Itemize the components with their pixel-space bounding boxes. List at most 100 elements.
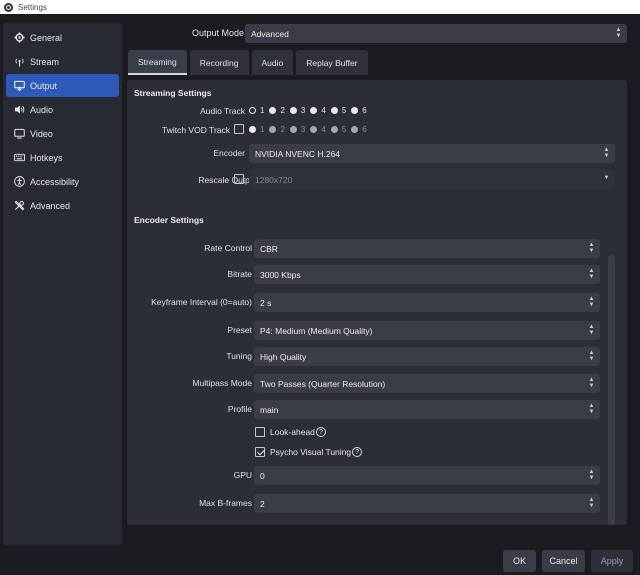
sidebar-item-label: Advanced	[30, 200, 71, 211]
encoder-label: Encoder	[213, 148, 245, 158]
audio-track-radios: 1 2 3 4 5 6	[249, 106, 372, 115]
psycho-visual-checkbox[interactable]	[255, 447, 265, 457]
keyframe-value: 2 s	[260, 297, 272, 308]
tab-recording[interactable]: Recording	[189, 50, 249, 75]
multipass-value: Two Passes (Quarter Resolution)	[260, 378, 386, 389]
audio-track-radio[interactable]: 3	[289, 106, 305, 115]
max-bframes-spinbox[interactable]: 2 ▲ ▼	[254, 494, 600, 513]
group-title: Streaming Settings	[134, 88, 212, 98]
vod-track-radio: 3	[289, 125, 305, 134]
chevron-updown-icon: ▲ ▼	[588, 350, 595, 362]
profile-value: main	[260, 404, 279, 415]
spin-arrows-icon: ▲ ▼	[588, 268, 595, 280]
radio-icon	[269, 107, 277, 114]
speaker-icon	[13, 104, 25, 116]
multipass-mode-select[interactable]: Two Passes (Quarter Resolution) ▲ ▼	[254, 374, 600, 393]
sidebar-item-video[interactable]: Video	[6, 122, 119, 145]
preset-select[interactable]: P4: Medium (Medium Quality) ▲ ▼	[254, 321, 600, 340]
output-mode-row: Output Mode Advanced ▲ ▼	[127, 24, 627, 44]
look-ahead-option[interactable]: Look-ahead ?	[255, 427, 326, 437]
tuning-select[interactable]: High Quality ▲ ▼	[254, 347, 600, 366]
profile-label: Profile	[227, 404, 252, 414]
cancel-button[interactable]: Cancel	[542, 550, 585, 572]
tuning-value: High Quality	[260, 351, 307, 362]
sidebar-item-audio[interactable]: Audio	[6, 98, 119, 121]
sidebar-item-label: Audio	[30, 104, 54, 115]
audio-track-label: Audio Track	[200, 106, 245, 116]
sidebar-item-general[interactable]: General	[6, 26, 119, 49]
output-tabs: Streaming Recording Audio Replay Buffer	[128, 50, 368, 75]
chevron-updown-icon: ▲ ▼	[588, 403, 595, 415]
radio-icon	[269, 126, 277, 133]
vod-track-radio: 5	[330, 125, 346, 134]
encoder-scrollbar[interactable]	[608, 255, 615, 525]
output-mode-select[interactable]: Advanced ▲ ▼	[245, 24, 627, 43]
bitrate-spinbox[interactable]: 3000 Kbps ▲ ▼	[254, 265, 600, 284]
gear-icon	[13, 32, 25, 44]
bitrate-label: Bitrate	[227, 269, 252, 279]
output-mode-value: Advanced	[251, 28, 289, 39]
chevron-updown-icon: ▲ ▼	[615, 27, 622, 39]
multipass-mode-label: Multipass Mode	[192, 378, 252, 388]
help-icon[interactable]: ?	[315, 427, 326, 437]
max-bframes-label: Max B-frames	[199, 498, 252, 508]
title-bar: Settings	[0, 0, 640, 14]
radio-icon	[310, 126, 318, 133]
antenna-icon	[13, 56, 25, 68]
tab-audio[interactable]: Audio	[251, 50, 294, 75]
radio-icon	[310, 107, 318, 114]
vod-track-radio: 2	[269, 125, 285, 134]
apply-button[interactable]: Apply	[591, 550, 633, 572]
sidebar-item-label: Accessibility	[30, 176, 80, 187]
preset-label: Preset	[227, 325, 252, 335]
bitrate-value: 3000 Kbps	[260, 269, 301, 280]
audio-track-radio[interactable]: 4	[310, 106, 326, 115]
output-icon	[13, 80, 25, 92]
audio-track-radio[interactable]: 2	[269, 106, 285, 115]
vod-track-radio: 6	[351, 125, 367, 134]
psycho-visual-option[interactable]: Psycho Visual Tuning ?	[255, 447, 363, 457]
keyboard-icon	[13, 152, 25, 164]
rescale-output-checkbox[interactable]	[234, 174, 244, 184]
settings-sidebar: General Stream Output Audio Video Hotkey…	[3, 23, 122, 545]
monitor-icon	[13, 128, 25, 140]
streaming-settings-group: Streaming Settings Audio Track 1 2 3 4 5…	[127, 80, 627, 224]
output-mode-label: Output Mode	[191, 28, 244, 38]
sidebar-item-stream[interactable]: Stream	[6, 50, 119, 73]
chevron-updown-icon: ▲ ▼	[588, 242, 595, 254]
chevron-down-icon: ▼	[603, 175, 610, 181]
obs-logo-icon	[4, 2, 13, 12]
chevron-updown-icon: ▲ ▼	[588, 377, 595, 389]
group-title: Encoder Settings	[134, 215, 204, 225]
profile-select[interactable]: main ▲ ▼	[254, 400, 600, 419]
tools-icon	[13, 200, 25, 212]
twitch-vod-radios: 1 2 3 4 5 6	[249, 125, 372, 134]
sidebar-item-hotkeys[interactable]: Hotkeys	[6, 146, 119, 169]
bframes-value: 2	[260, 498, 265, 509]
vod-track-radio: 4	[310, 125, 326, 134]
sidebar-item-accessibility[interactable]: Accessibility	[6, 170, 119, 193]
help-icon[interactable]: ?	[352, 447, 363, 457]
sidebar-item-output[interactable]: Output	[6, 74, 119, 97]
twitch-vod-checkbox[interactable]	[234, 124, 244, 134]
encoder-select[interactable]: NVIDIA NVENC H.264 ▲ ▼	[249, 144, 615, 163]
sidebar-item-advanced[interactable]: Advanced	[6, 194, 119, 217]
rescale-resolution-select: 1280x720 ▼	[249, 170, 615, 189]
audio-track-radio[interactable]: 6	[351, 106, 367, 115]
gpu-value: 0	[260, 470, 265, 481]
gpu-spinbox[interactable]: 0 ▲ ▼	[254, 466, 600, 485]
ok-button[interactable]: OK	[503, 550, 536, 572]
look-ahead-label: Look-ahead	[270, 427, 315, 437]
tab-replay-buffer[interactable]: Replay Buffer	[296, 50, 368, 75]
gpu-label: GPU	[233, 470, 252, 480]
audio-track-radio[interactable]: 1	[249, 106, 264, 115]
rate-control-select[interactable]: CBR ▲ ▼	[254, 239, 600, 258]
radio-icon	[289, 107, 297, 114]
look-ahead-checkbox[interactable]	[255, 427, 265, 437]
sidebar-item-label: Stream	[30, 56, 60, 67]
radio-icon	[351, 126, 359, 133]
audio-track-radio[interactable]: 5	[330, 106, 346, 115]
keyframe-interval-spinbox[interactable]: 2 s ▲ ▼	[254, 293, 600, 312]
chevron-updown-icon: ▲ ▼	[588, 324, 595, 336]
tab-streaming[interactable]: Streaming	[128, 50, 187, 75]
